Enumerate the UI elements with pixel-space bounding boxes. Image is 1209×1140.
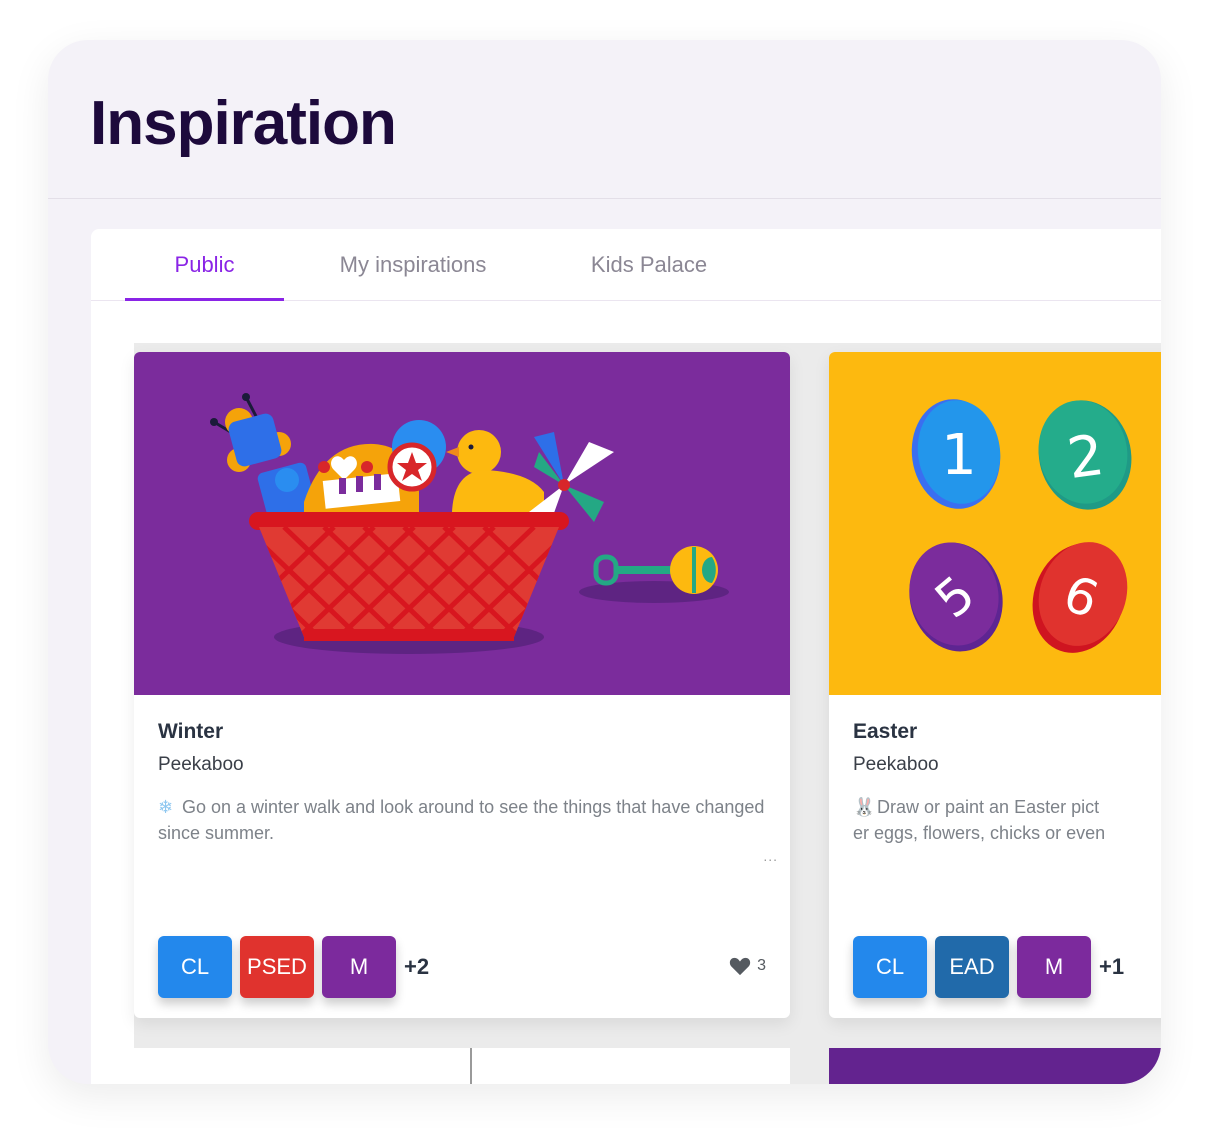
card-title: Winter (158, 720, 224, 743)
card-body: Winter Peekaboo ❄ Go on a winter walk and… (158, 720, 766, 846)
page-title: Inspiration (90, 89, 397, 158)
egg-number: 1 (941, 423, 977, 488)
card-author: Peekaboo (853, 754, 939, 775)
more-options-icon[interactable]: ... (763, 848, 778, 864)
card-description: 🐰Draw or paint an Easter pict er eggs, f… (853, 794, 1161, 846)
extra-badges-count: +1 (1099, 954, 1125, 979)
inspiration-grid: Winter Peekaboo ❄ Go on a winter walk and… (134, 343, 1161, 1084)
tab-kids-palace[interactable]: Kids Palace (569, 229, 729, 300)
inspiration-panel: Public My inspirations Kids Palace Winte… (91, 229, 1161, 1084)
area-badges: CL PSED M +2 (158, 936, 429, 998)
badge-psed: PSED (240, 936, 314, 998)
app-window: Inspiration Public My inspirations Kids … (48, 40, 1161, 1084)
card-title: Easter (853, 720, 918, 743)
tab-my-inspirations[interactable]: My inspirations (313, 229, 513, 300)
heart-icon (729, 957, 751, 976)
card-body: Easter Peekaboo 🐰Draw or paint an Easter… (853, 720, 1161, 846)
badge-ead: EAD (935, 936, 1009, 998)
card-author: Peekaboo (158, 754, 244, 775)
numbered-eggs-illustration: 1 2 5 6 (829, 352, 1161, 695)
badge-m: M (1017, 936, 1091, 998)
tab-bar: Public My inspirations Kids Palace (91, 229, 1161, 301)
like-count: 3 (757, 957, 766, 974)
area-badges: CL EAD M +1 (853, 936, 1124, 998)
card-description: ❄ Go on a winter walk and look around to … (158, 794, 766, 846)
inspiration-card-easter[interactable]: 1 2 5 6 Easter Peekaboo 🐰Draw or paint a… (829, 352, 1161, 1018)
like-button[interactable]: 3 (729, 956, 766, 976)
inspiration-card-winter[interactable]: Winter Peekaboo ❄ Go on a winter walk and… (134, 352, 790, 1018)
inspiration-card[interactable] (134, 1048, 470, 1084)
tab-public[interactable]: Public (125, 229, 284, 301)
badge-cl: CL (158, 936, 232, 998)
inspiration-card[interactable] (829, 1048, 1161, 1084)
extra-badges-count: +2 (404, 954, 430, 979)
badge-cl: CL (853, 936, 927, 998)
page-header: Inspiration (48, 40, 1161, 199)
toy-basket-illustration (134, 352, 790, 695)
inspiration-card[interactable] (472, 1048, 790, 1084)
badge-m: M (322, 936, 396, 998)
rabbit-icon: 🐰 (853, 797, 876, 817)
snowflake-icon: ❄ (158, 797, 174, 817)
